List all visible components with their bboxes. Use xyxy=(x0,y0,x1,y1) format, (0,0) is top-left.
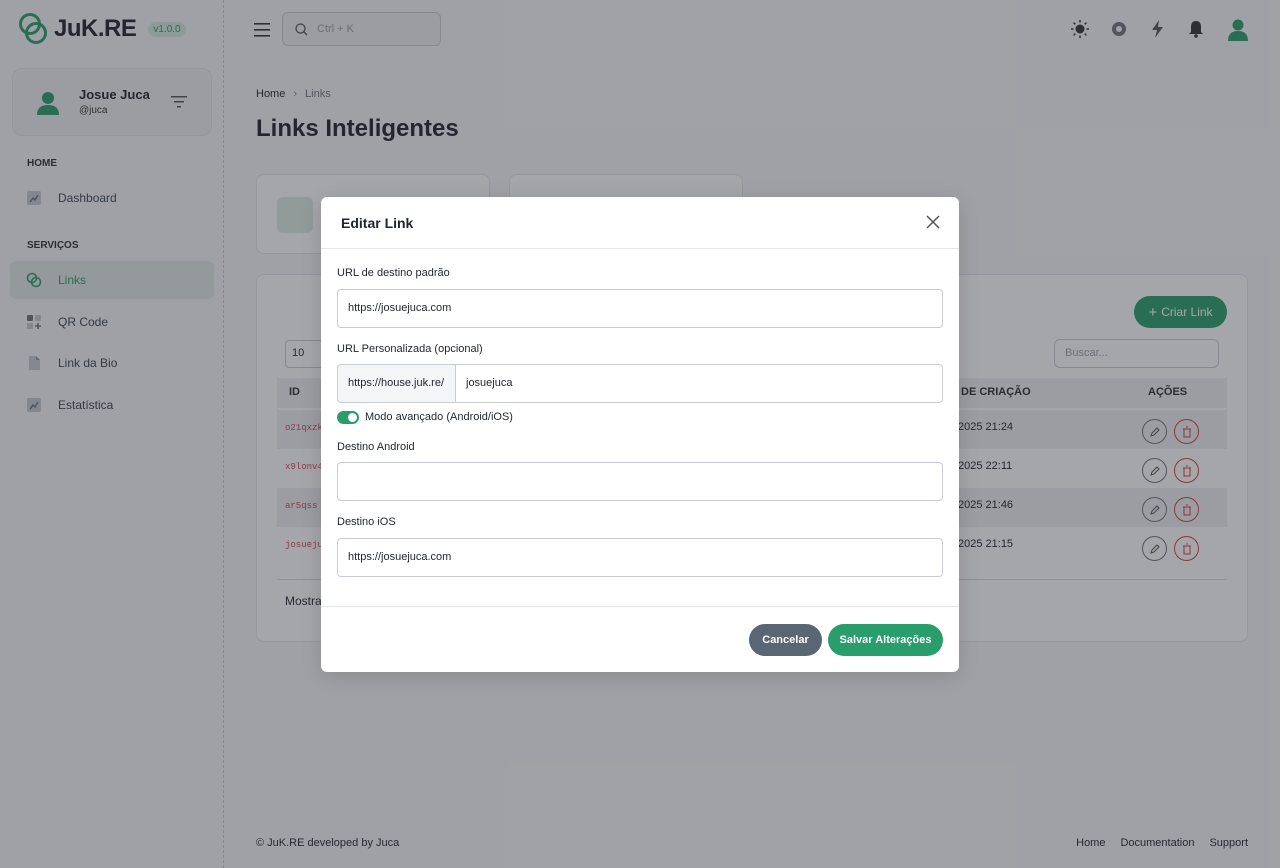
cancel-button[interactable]: Cancelar xyxy=(749,624,822,656)
advanced-mode-label: Modo avançado (Android/iOS) xyxy=(365,411,513,423)
save-button[interactable]: Salvar Alterações xyxy=(828,624,943,656)
android-label: Destino Android xyxy=(337,441,415,453)
advanced-mode-toggle[interactable] xyxy=(337,411,359,424)
modal-title: Editar Link xyxy=(341,215,414,231)
edit-link-modal: Editar Link URL de destino padrão https:… xyxy=(321,197,959,672)
android-url-input[interactable] xyxy=(337,462,943,501)
default-url-input[interactable]: https://josuejuca.com xyxy=(337,289,943,328)
default-url-label: URL de destino padrão xyxy=(337,267,450,279)
custom-url-label: URL Personalizada (opcional) xyxy=(337,343,483,355)
custom-url-input[interactable]: josuejuca xyxy=(455,364,943,403)
custom-url-prefix: https://house.juk.re/ xyxy=(337,364,456,403)
divider xyxy=(321,606,959,607)
close-icon[interactable] xyxy=(925,214,941,230)
ios-label: Destino iOS xyxy=(337,516,396,528)
ios-url-input[interactable]: https://josuejuca.com xyxy=(337,538,943,577)
divider xyxy=(321,248,959,249)
